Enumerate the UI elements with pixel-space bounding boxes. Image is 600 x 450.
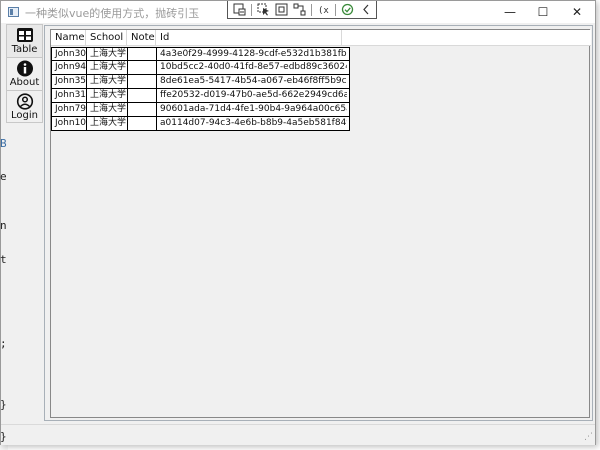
table-row[interactable]: John30 上海大学 4a3e0f29-4999-4128-9cdf-e532… xyxy=(51,47,350,61)
window-title: 一种类似vue的使用方式，抛砖引玉 xyxy=(25,7,200,20)
info-icon xyxy=(16,60,33,77)
cell-id[interactable]: ffe20532-d019-47b0-ae5d-662e2949cd6a xyxy=(157,89,347,102)
sidebar-nav: Table About Login xyxy=(6,24,43,124)
cell-note[interactable] xyxy=(128,61,157,74)
nav-item-label: About xyxy=(9,77,40,88)
nav-item-table[interactable]: Table xyxy=(6,24,43,57)
cell-id[interactable]: 90601ada-71d4-4fe1-90b4-9a964a00c65a xyxy=(157,103,347,116)
cell-name[interactable]: John30 xyxy=(52,48,87,61)
background-editor-char: } xyxy=(0,430,7,443)
table-row[interactable]: John94 上海大学 10bd5cc2-40d0-41fd-8e57-edbd… xyxy=(51,61,350,75)
resize-grip-icon[interactable]: ⋰ xyxy=(584,433,593,442)
cell-note[interactable] xyxy=(128,75,157,88)
cell-school[interactable]: 上海大学 xyxy=(87,75,128,88)
table-icon xyxy=(16,28,33,42)
minimize-button[interactable]: — xyxy=(494,1,526,23)
cell-name[interactable]: John31 xyxy=(52,89,87,102)
cell-school[interactable]: 上海大学 xyxy=(87,48,128,61)
toolbar-separator xyxy=(251,3,252,16)
table-row[interactable]: John35 上海大学 8de61ea5-5417-4b54-a067-eb46… xyxy=(51,75,350,89)
table-row[interactable]: John31 上海大学 ffe20532-d019-47b0-ae5d-662e… xyxy=(51,89,350,103)
background-editor-char: t xyxy=(0,253,7,266)
cell-note[interactable] xyxy=(128,89,157,102)
toolbar-separator xyxy=(335,3,336,16)
nav-item-label: Login xyxy=(11,110,38,121)
cell-note[interactable] xyxy=(128,117,157,130)
cell-id[interactable]: 10bd5cc2-40d0-41fd-8e57-edbd89c36024 xyxy=(157,61,347,74)
content-panel: Name School Note Id John30 上海大学 4a3e0f29… xyxy=(44,25,593,421)
column-header-note[interactable]: Note xyxy=(127,30,156,46)
cell-name[interactable]: John10 xyxy=(52,117,87,130)
select-element-icon[interactable] xyxy=(255,2,272,17)
status-bar: ⋰ xyxy=(1,424,595,445)
title-bar[interactable]: 一种类似vue的使用方式，抛砖引玉 (x) xyxy=(1,1,595,23)
cell-school[interactable]: 上海大学 xyxy=(87,117,128,130)
cell-school[interactable]: 上海大学 xyxy=(87,61,128,74)
column-header-name[interactable]: Name xyxy=(51,30,86,46)
cell-name[interactable]: John79 xyxy=(52,103,87,116)
cell-note[interactable] xyxy=(128,103,157,116)
background-editor-char: } xyxy=(0,398,7,411)
data-grid[interactable]: Name School Note Id John30 上海大学 4a3e0f29… xyxy=(50,29,591,418)
user-icon xyxy=(16,93,33,110)
background-editor-char: n xyxy=(0,219,7,232)
nav-item-about[interactable]: About xyxy=(6,57,43,90)
collapse-toolbar-icon[interactable] xyxy=(357,2,374,17)
grid-body: John30 上海大学 4a3e0f29-4999-4128-9cdf-e532… xyxy=(51,47,350,131)
column-header-school[interactable]: School xyxy=(86,30,127,46)
background-editor-char: B xyxy=(0,137,7,150)
header-filler xyxy=(342,30,591,46)
binding-failures-icon[interactable]: (x) xyxy=(315,2,332,17)
cell-id[interactable]: 8de61ea5-5417-4b54-a067-eb46f8ff5b9c xyxy=(157,75,347,88)
xaml-debug-toolbar: (x) xyxy=(227,1,377,19)
live-visual-tree-icon[interactable] xyxy=(231,2,248,17)
cell-note[interactable] xyxy=(128,48,157,61)
nav-item-login[interactable]: Login xyxy=(6,90,43,123)
column-header-id[interactable]: Id xyxy=(156,30,342,46)
cell-id[interactable]: 4a3e0f29-4999-4128-9cdf-e532d1b381fb xyxy=(157,48,347,61)
toolbar-separator xyxy=(311,3,312,16)
cell-name[interactable]: John94 xyxy=(52,61,87,74)
cell-name[interactable]: John35 xyxy=(52,75,87,88)
app-window: 一种类似vue的使用方式，抛砖引玉 (x) xyxy=(0,0,596,445)
nav-item-label: Table xyxy=(11,44,38,55)
background-editor-char: ; xyxy=(0,337,7,350)
cell-school[interactable]: 上海大学 xyxy=(87,103,128,116)
app-icon xyxy=(8,7,19,17)
track-focused-element-icon[interactable] xyxy=(291,2,308,17)
cell-id[interactable]: a0114d07-94c3-4e6b-b8b9-4a5eb581f849 xyxy=(157,117,347,130)
hot-reload-ok-icon[interactable] xyxy=(339,2,356,17)
table-row[interactable]: John79 上海大学 90601ada-71d4-4fe1-90b4-9a96… xyxy=(51,103,350,117)
grid-header: Name School Note Id xyxy=(51,30,591,46)
display-layout-adorners-icon[interactable] xyxy=(273,2,290,17)
table-row[interactable]: John10 上海大学 a0114d07-94c3-4e6b-b8b9-4a5e… xyxy=(51,117,350,131)
cell-school[interactable]: 上海大学 xyxy=(87,89,128,102)
close-button[interactable]: ✕ xyxy=(561,1,593,23)
svg-text:(x): (x) xyxy=(318,6,330,16)
maximize-button[interactable]: ☐ xyxy=(527,1,559,23)
background-editor-char: e xyxy=(0,170,7,183)
